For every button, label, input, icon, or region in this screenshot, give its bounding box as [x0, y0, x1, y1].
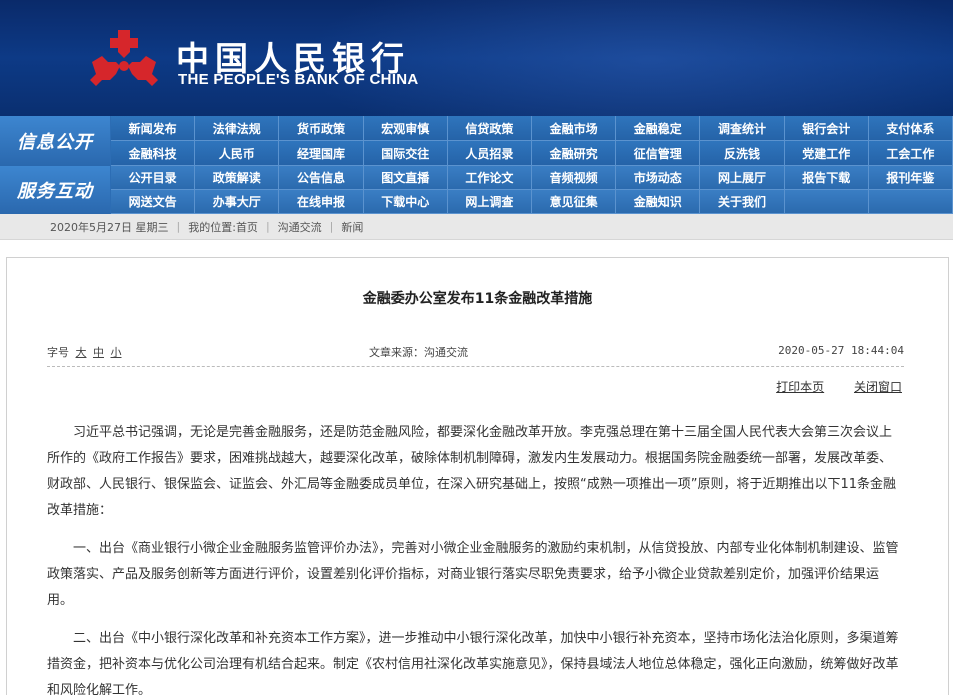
- font-size-medium-link[interactable]: 中: [93, 346, 104, 359]
- nav-item[interactable]: 金融科技: [111, 141, 196, 166]
- nav-item[interactable]: 金融研究: [531, 141, 617, 166]
- article-tools: 打印本页 关闭窗口: [750, 378, 902, 395]
- nav-item[interactable]: 金融稳定: [616, 116, 701, 141]
- article-datetime: 2020-05-27 18:44:04: [778, 344, 904, 357]
- breadcrumb-current-link[interactable]: 新闻: [341, 219, 363, 235]
- nav-item[interactable]: 网上展厅: [700, 166, 785, 190]
- current-weekday: 星期三: [135, 220, 169, 234]
- print-page-link[interactable]: 打印本页: [776, 380, 824, 394]
- nav-item[interactable]: 法律法规: [195, 116, 280, 141]
- nav-item[interactable]: 货币政策: [279, 116, 364, 141]
- nav-item[interactable]: 反洗钱: [700, 141, 785, 166]
- nav-service-label: 服务互动: [0, 166, 110, 214]
- breadcrumb-home-link[interactable]: 首页: [236, 219, 258, 235]
- meta-divider: [47, 366, 904, 367]
- breadcrumb-separator: |: [176, 220, 181, 233]
- nav-item[interactable]: 下载中心: [363, 190, 448, 214]
- breadcrumb-section-link[interactable]: 沟通交流: [278, 219, 322, 235]
- nav-item[interactable]: 网上调查: [447, 190, 532, 214]
- nav-item[interactable]: 国际交往: [363, 141, 448, 166]
- nav-item[interactable]: 信贷政策: [447, 116, 532, 141]
- current-date: 2020年5月27日: [50, 220, 132, 234]
- nav-info-section: 信息公开 新闻发布 法律法规 货币政策 宏观审慎 信贷政策 金融市场 金融稳定 …: [0, 116, 953, 166]
- nav-item[interactable]: 人民币: [195, 141, 280, 166]
- nav-item[interactable]: 在线申报: [279, 190, 364, 214]
- breadcrumb-separator: |: [265, 220, 270, 233]
- nav-item[interactable]: 意见征集: [531, 190, 617, 214]
- article-source: 文章来源：沟通交流: [369, 346, 468, 359]
- nav-info-label: 信息公开: [0, 116, 110, 166]
- nav-empty-cell: [868, 190, 953, 214]
- nav-item[interactable]: 工作论文: [447, 166, 532, 190]
- nav-item[interactable]: 办事大厅: [195, 190, 280, 214]
- breadcrumb: 2020年5月27日 星期三 | 我的位置: 首页 | 沟通交流 | 新闻: [0, 214, 953, 240]
- nav-service-grid: 公开目录 政策解读 公告信息 图文直播 工作论文 音频视频 市场动态 网上展厅 …: [111, 166, 953, 214]
- nav-item[interactable]: 调查统计: [700, 116, 785, 141]
- nav-item[interactable]: 音频视频: [531, 166, 617, 190]
- nav-item[interactable]: 新闻发布: [111, 116, 196, 141]
- article-paragraph: 一、出台《商业银行小微企业金融服务监管评价办法》，完善对小微企业金融服务的激励约…: [47, 541, 899, 608]
- nav-item[interactable]: 图文直播: [363, 166, 448, 190]
- nav-item[interactable]: 关于我们: [700, 190, 785, 214]
- nav-item[interactable]: 经理国库: [279, 141, 364, 166]
- font-size-large-link[interactable]: 大: [76, 346, 87, 359]
- nav-info-grid: 新闻发布 法律法规 货币政策 宏观审慎 信贷政策 金融市场 金融稳定 调查统计 …: [111, 116, 953, 166]
- nav-item[interactable]: 党建工作: [784, 141, 869, 166]
- article-panel: 金融委办公室发布11条金融改革措施 字号 大 中 小 文章来源：沟通交流 202…: [6, 257, 949, 695]
- font-size-small-link[interactable]: 小: [111, 346, 122, 359]
- nav-empty-cell: [784, 190, 869, 214]
- nav-item[interactable]: 公告信息: [279, 166, 364, 190]
- font-size-label: 字号: [47, 346, 69, 359]
- nav-item[interactable]: 宏观审慎: [363, 116, 448, 141]
- nav-item[interactable]: 工会工作: [868, 141, 953, 166]
- nav-item[interactable]: 报告下载: [784, 166, 869, 190]
- nav-item[interactable]: 公开目录: [111, 166, 196, 190]
- nav-item[interactable]: 征信管理: [616, 141, 701, 166]
- article-body: 习近平总书记强调，无论是完善金融服务，还是防范金融风险，都要深化金融改革开放。李…: [47, 420, 904, 695]
- breadcrumb-separator: |: [329, 220, 334, 233]
- nav-item[interactable]: 银行会计: [784, 116, 869, 141]
- nav-service-section: 服务互动 公开目录 政策解读 公告信息 图文直播 工作论文 音频视频 市场动态 …: [0, 166, 953, 214]
- font-size-control: 字号 大 中 小: [47, 344, 122, 360]
- main-nav: 信息公开 新闻发布 法律法规 货币政策 宏观审慎 信贷政策 金融市场 金融稳定 …: [0, 116, 953, 214]
- pboc-logo-icon[interactable]: [88, 28, 160, 90]
- article-meta: 字号 大 中 小 文章来源：沟通交流 2020-05-27 18:44:04: [47, 344, 904, 360]
- close-window-link[interactable]: 关闭窗口: [854, 380, 902, 394]
- nav-item[interactable]: 政策解读: [195, 166, 280, 190]
- nav-item[interactable]: 金融知识: [616, 190, 701, 214]
- nav-item[interactable]: 网送文告: [111, 190, 196, 214]
- nav-item[interactable]: 市场动态: [616, 166, 701, 190]
- article-title: 金融委办公室发布11条金融改革措施: [362, 291, 593, 307]
- article-paragraph: 二、出台《中小银行深化改革和补充资本工作方案》，进一步推动中小银行深化改革，加快…: [47, 631, 899, 695]
- location-label: 我的位置:: [188, 220, 236, 234]
- nav-item[interactable]: 人员招录: [447, 141, 532, 166]
- nav-item[interactable]: 支付体系: [868, 116, 953, 141]
- article-paragraph: 习近平总书记强调，无论是完善金融服务，还是防范金融风险，都要深化金融改革开放。李…: [47, 425, 897, 518]
- site-banner: 中国人民银行 THE PEOPLE'S BANK OF CHINA: [0, 0, 953, 116]
- bank-name-en: THE PEOPLE'S BANK OF CHINA: [178, 71, 419, 88]
- nav-item[interactable]: 报刊年鉴: [868, 166, 953, 190]
- nav-item[interactable]: 金融市场: [531, 116, 617, 141]
